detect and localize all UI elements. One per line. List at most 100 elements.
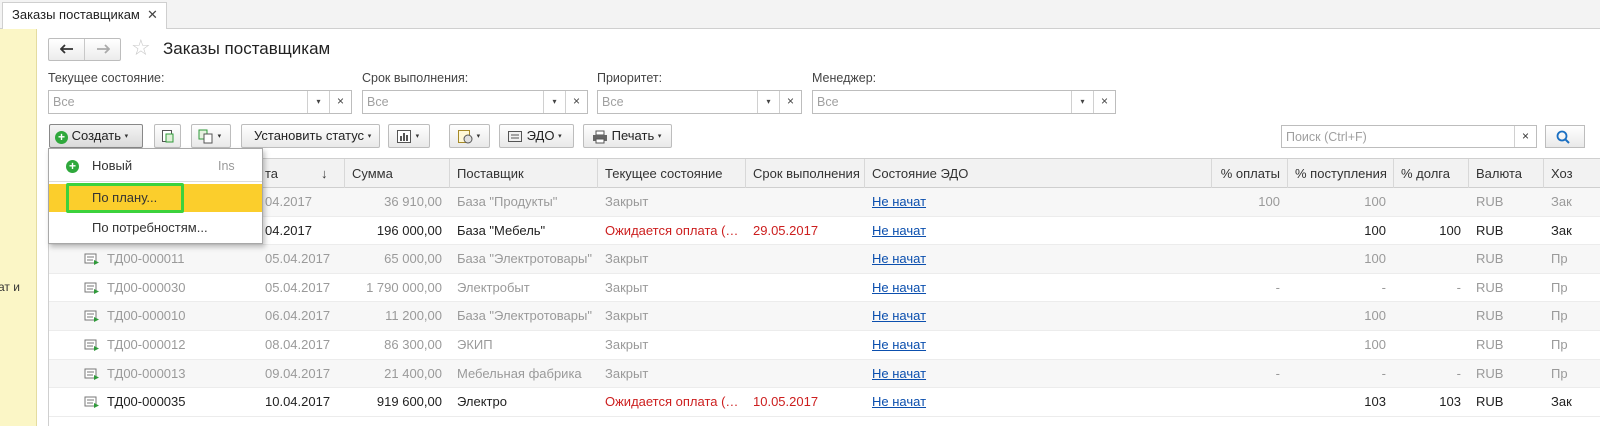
cell-sum: 36 910,00 [384, 194, 442, 209]
back-button[interactable] [49, 39, 85, 60]
chevron-down-icon[interactable]: ▾ [1071, 91, 1093, 113]
column-header-state[interactable]: Текущее состояние [598, 159, 746, 188]
filter-priority-value: Все [602, 95, 624, 109]
cell-extra: Пр [1551, 365, 1568, 381]
column-header-supplier[interactable]: Поставщик [450, 159, 598, 188]
back-arrow-icon [59, 44, 73, 54]
edo-label: ЭДО [526, 128, 555, 143]
clear-icon[interactable]: × [329, 91, 351, 113]
cell-extra: Пр [1551, 251, 1568, 267]
cell-paid: 100 [1258, 194, 1280, 209]
edo-icon [508, 131, 522, 143]
menu-item-new-shortcut: Ins [218, 159, 235, 173]
cell-state: Закрыт [605, 279, 649, 295]
structure-icon [198, 129, 213, 144]
print-button[interactable]: Печать ▾ [583, 124, 672, 148]
tab-label: Заказы поставщикам [12, 7, 140, 22]
tab-supplier-orders[interactable]: Заказы поставщикам ✕ [2, 2, 167, 29]
search-icon [1556, 130, 1570, 144]
column-header-debt[interactable]: % долга [1394, 159, 1469, 188]
cell-sum: 65 000,00 [384, 251, 442, 267]
filter-state-value: Все [53, 95, 75, 109]
search-button[interactable] [1545, 125, 1585, 148]
report-icon [397, 130, 411, 144]
chevron-down-icon[interactable]: ▾ [307, 91, 329, 113]
cell-edo[interactable]: Не начат [872, 274, 1072, 302]
cell-date: 06.04.2017 [265, 308, 331, 324]
table-row[interactable]: ТД00-000011 05.04.2017 65 000,00 База "Элек… [49, 245, 1600, 274]
cell-received: 100 [1364, 251, 1386, 267]
filter-priority-field[interactable]: Все ▾ × [597, 90, 802, 114]
table-row[interactable]: ТД00-000013 09.04.2017 21 400,00 Мебельная … [49, 359, 1600, 389]
menu-separator [49, 181, 262, 182]
cell-edo[interactable]: Не начат [872, 245, 1072, 273]
cell-received: 100 [1364, 337, 1386, 352]
filter-manager-field[interactable]: Все ▾ × [812, 90, 1116, 114]
cell-received: - [1381, 279, 1386, 295]
edo-button[interactable]: ЭДО ▾ [499, 124, 574, 148]
clear-icon[interactable]: × [1514, 126, 1536, 147]
cell-received: 100 [1364, 194, 1386, 209]
cell-edo[interactable]: Не начат [872, 188, 1072, 216]
search-placeholder: Поиск (Ctrl+F) [1286, 130, 1367, 144]
cell-state: Закрыт [605, 251, 649, 267]
column-header-received[interactable]: % поступления [1288, 159, 1394, 188]
cell-sum: 21 400,00 [384, 365, 442, 381]
chevron-down-icon[interactable]: ▾ [543, 91, 565, 113]
document-icon [84, 339, 99, 351]
cell-edo[interactable]: Не начат [872, 360, 1072, 388]
chevron-down-icon: ▾ [217, 132, 222, 140]
column-header-currency[interactable]: Валюта [1469, 159, 1544, 188]
search-input[interactable]: Поиск (Ctrl+F) × [1281, 125, 1537, 148]
table-row[interactable]: 04.2017 36 910,00 База "Продукты" Закрыт Не … [49, 188, 1600, 217]
cell-number: ТД00-000035 [107, 394, 186, 410]
menu-item-new[interactable]: + Новый Ins [49, 152, 262, 180]
print-label: Печать [611, 128, 655, 143]
menu-item-new-label: Новый [92, 158, 133, 173]
menu-item-by-needs[interactable]: По потребностям... [49, 214, 262, 242]
cell-supplier: ЭКИП [457, 337, 493, 352]
cell-number: ТД00-000011 [107, 251, 185, 267]
clear-icon[interactable]: × [565, 91, 587, 113]
chevron-down-icon: ▾ [367, 132, 372, 140]
cell-received: 100 [1364, 222, 1386, 238]
table-row[interactable]: ТД00-000030 05.04.2017 1 790 000,00 Электро… [49, 274, 1600, 303]
set-status-button[interactable]: Установить статус ▾ [241, 124, 380, 148]
cell-currency: RUB [1476, 308, 1504, 324]
column-header-edo[interactable]: Состояние ЭДО [865, 159, 1212, 188]
filter-due-field[interactable]: Все ▾ × [362, 90, 588, 114]
cell-edo[interactable]: Не начат [872, 302, 1072, 330]
star-icon[interactable]: ☆ [131, 35, 151, 61]
column-header-due[interactable]: Срок выполнения [746, 159, 865, 188]
clear-icon[interactable]: × [779, 91, 801, 113]
document-icon [84, 396, 99, 409]
chevron-down-icon[interactable]: ▾ [757, 91, 779, 113]
column-header-sum[interactable]: Сумма [345, 159, 450, 188]
cell-received: 100 [1364, 308, 1386, 324]
cell-edo[interactable]: Не начат [872, 388, 1072, 416]
cell-date: 05.04.2017 [265, 251, 331, 267]
clear-icon[interactable]: × [1093, 91, 1115, 113]
cell-currency: RUB [1476, 394, 1504, 410]
task-button[interactable]: ▾ [449, 124, 490, 148]
nav-buttons [48, 38, 121, 61]
forward-button[interactable] [85, 39, 121, 60]
cell-edo[interactable]: Не начат [872, 217, 1072, 245]
cell-currency: RUB [1476, 222, 1504, 238]
filter-state-field[interactable]: Все ▾ × [48, 90, 352, 114]
structure-button[interactable]: ▾ [191, 124, 231, 148]
create-button[interactable]: + Создать ▾ [49, 124, 143, 148]
cell-debt: 103 [1439, 394, 1461, 410]
table-row[interactable]: ТД00-000012 08.04.2017 86 300,00 ЭКИП Закрыт… [49, 331, 1600, 360]
table-row[interactable]: ТД00-000010 06.04.2017 11 200,00 База "Элек… [49, 302, 1600, 331]
copy-button[interactable] [154, 124, 181, 148]
cell-sum: 1 790 000,00 [366, 279, 442, 295]
table-row[interactable]: ТД00-000035 10.04.2017 919 600,00 Электро Ож… [49, 388, 1600, 417]
tab-close-icon[interactable]: ✕ [147, 3, 158, 27]
column-header-paid[interactable]: % оплаты [1212, 159, 1288, 188]
cell-edo[interactable]: Не начат [872, 331, 1072, 359]
report-button[interactable]: ▾ [388, 124, 430, 148]
cell-state: Ожидается оплата (… [605, 222, 739, 238]
table-row[interactable]: 04.2017 196 000,00 База "Мебель" Ожидается … [49, 217, 1600, 246]
column-header-extra[interactable]: Хоз [1544, 159, 1600, 188]
